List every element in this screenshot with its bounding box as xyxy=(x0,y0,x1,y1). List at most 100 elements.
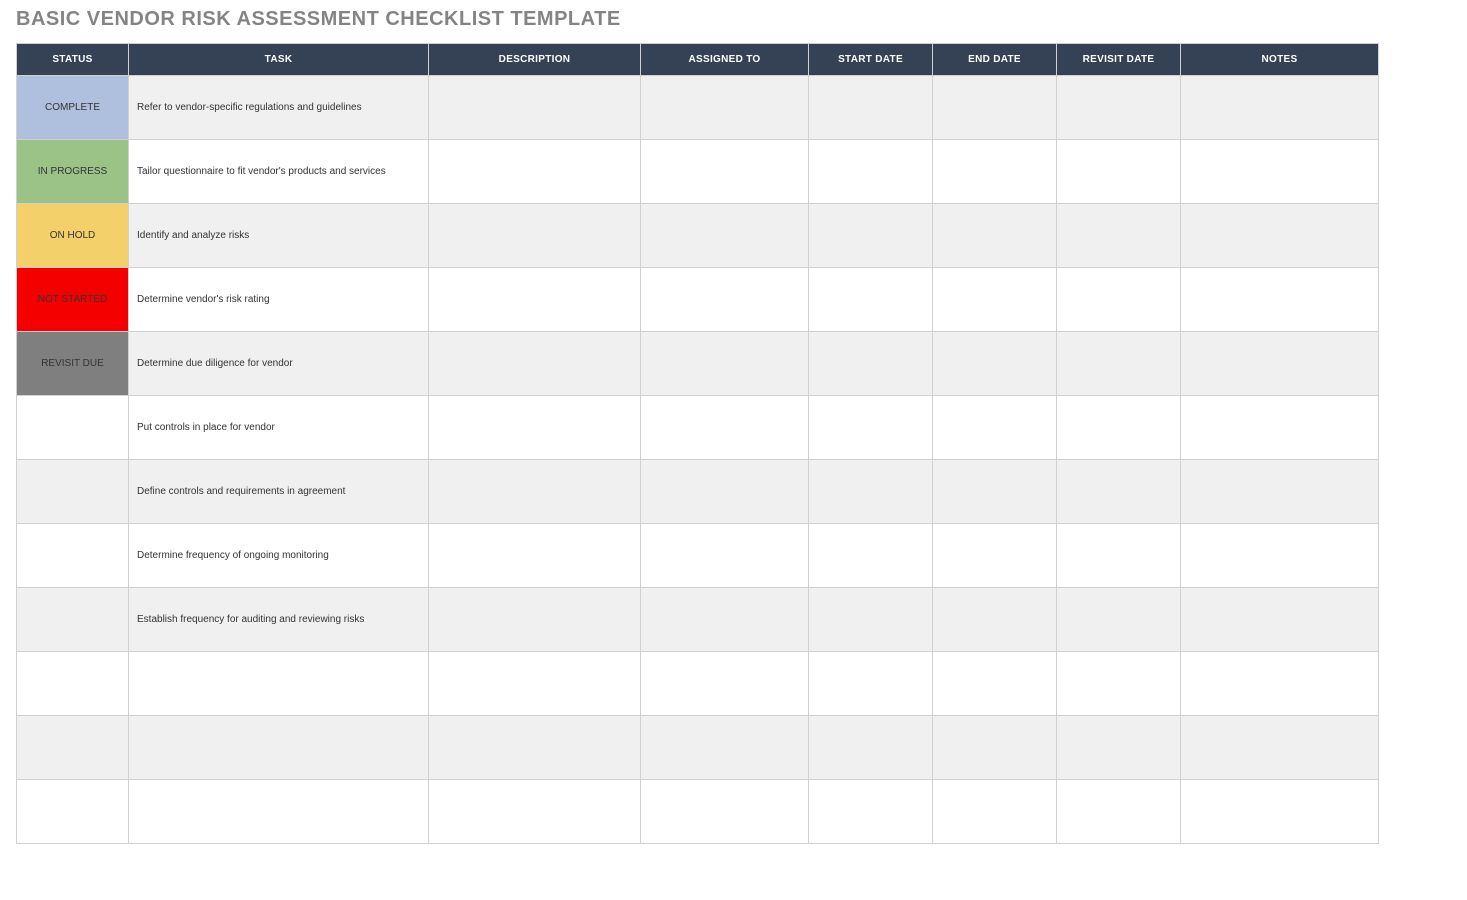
status-cell[interactable]: NOT STARTED xyxy=(17,268,129,332)
task-cell[interactable]: Put controls in place for vendor xyxy=(129,396,429,460)
start-date-cell[interactable] xyxy=(809,460,933,524)
assigned-to-cell[interactable] xyxy=(641,652,809,716)
notes-cell[interactable] xyxy=(1181,268,1379,332)
description-cell[interactable] xyxy=(429,140,641,204)
assigned-to-cell[interactable] xyxy=(641,140,809,204)
revisit-date-cell[interactable] xyxy=(1057,140,1181,204)
task-cell[interactable]: Refer to vendor-specific regulations and… xyxy=(129,76,429,140)
notes-cell[interactable] xyxy=(1181,780,1379,844)
notes-cell[interactable] xyxy=(1181,588,1379,652)
description-cell[interactable] xyxy=(429,268,641,332)
end-date-cell[interactable] xyxy=(933,652,1057,716)
end-date-cell[interactable] xyxy=(933,332,1057,396)
assigned-to-cell[interactable] xyxy=(641,588,809,652)
assigned-to-cell[interactable] xyxy=(641,76,809,140)
revisit-date-cell[interactable] xyxy=(1057,524,1181,588)
start-date-cell[interactable] xyxy=(809,140,933,204)
assigned-to-cell[interactable] xyxy=(641,204,809,268)
assigned-to-cell[interactable] xyxy=(641,716,809,780)
revisit-date-cell[interactable] xyxy=(1057,204,1181,268)
task-cell[interactable]: Tailor questionnaire to fit vendor's pro… xyxy=(129,140,429,204)
end-date-cell[interactable] xyxy=(933,268,1057,332)
status-cell[interactable] xyxy=(17,396,129,460)
start-date-cell[interactable] xyxy=(809,204,933,268)
revisit-date-cell[interactable] xyxy=(1057,588,1181,652)
notes-cell[interactable] xyxy=(1181,396,1379,460)
notes-cell[interactable] xyxy=(1181,76,1379,140)
task-cell[interactable]: Determine frequency of ongoing monitorin… xyxy=(129,524,429,588)
assigned-to-cell[interactable] xyxy=(641,332,809,396)
start-date-cell[interactable] xyxy=(809,396,933,460)
status-cell[interactable] xyxy=(17,652,129,716)
description-cell[interactable] xyxy=(429,204,641,268)
status-cell[interactable] xyxy=(17,780,129,844)
revisit-date-cell[interactable] xyxy=(1057,460,1181,524)
description-cell[interactable] xyxy=(429,332,641,396)
status-cell[interactable] xyxy=(17,460,129,524)
task-cell[interactable]: Determine due diligence for vendor xyxy=(129,332,429,396)
end-date-cell[interactable] xyxy=(933,524,1057,588)
end-date-cell[interactable] xyxy=(933,780,1057,844)
notes-cell[interactable] xyxy=(1181,204,1379,268)
task-cell[interactable]: Define controls and requirements in agre… xyxy=(129,460,429,524)
start-date-cell[interactable] xyxy=(809,524,933,588)
start-date-cell[interactable] xyxy=(809,780,933,844)
description-cell[interactable] xyxy=(429,396,641,460)
start-date-cell[interactable] xyxy=(809,716,933,780)
notes-cell[interactable] xyxy=(1181,460,1379,524)
revisit-date-cell[interactable] xyxy=(1057,268,1181,332)
description-cell[interactable] xyxy=(429,716,641,780)
assigned-to-cell[interactable] xyxy=(641,780,809,844)
status-cell[interactable] xyxy=(17,588,129,652)
start-date-cell[interactable] xyxy=(809,588,933,652)
status-cell[interactable]: REVISIT DUE xyxy=(17,332,129,396)
table-row xyxy=(17,780,1379,844)
revisit-date-cell[interactable] xyxy=(1057,332,1181,396)
start-date-cell[interactable] xyxy=(809,76,933,140)
assigned-to-cell[interactable] xyxy=(641,524,809,588)
end-date-cell[interactable] xyxy=(933,460,1057,524)
end-date-cell[interactable] xyxy=(933,396,1057,460)
task-cell[interactable]: Establish frequency for auditing and rev… xyxy=(129,588,429,652)
task-cell[interactable] xyxy=(129,780,429,844)
revisit-date-cell[interactable] xyxy=(1057,652,1181,716)
revisit-date-cell[interactable] xyxy=(1057,76,1181,140)
task-cell[interactable] xyxy=(129,716,429,780)
description-cell[interactable] xyxy=(429,780,641,844)
status-cell[interactable]: COMPLETE xyxy=(17,76,129,140)
notes-cell[interactable] xyxy=(1181,140,1379,204)
status-cell[interactable]: ON HOLD xyxy=(17,204,129,268)
start-date-cell[interactable] xyxy=(809,332,933,396)
description-cell[interactable] xyxy=(429,588,641,652)
assigned-to-cell[interactable] xyxy=(641,268,809,332)
end-date-cell[interactable] xyxy=(933,204,1057,268)
start-date-cell[interactable] xyxy=(809,652,933,716)
task-cell[interactable]: Determine vendor's risk rating xyxy=(129,268,429,332)
description-cell[interactable] xyxy=(429,76,641,140)
status-cell[interactable] xyxy=(17,716,129,780)
end-date-cell[interactable] xyxy=(933,140,1057,204)
end-date-cell[interactable] xyxy=(933,588,1057,652)
end-date-cell[interactable] xyxy=(933,716,1057,780)
description-cell[interactable] xyxy=(429,460,641,524)
start-date-cell[interactable] xyxy=(809,268,933,332)
assigned-to-cell[interactable] xyxy=(641,396,809,460)
table-row xyxy=(17,652,1379,716)
revisit-date-cell[interactable] xyxy=(1057,396,1181,460)
status-cell[interactable]: IN PROGRESS xyxy=(17,140,129,204)
page-title: BASIC VENDOR RISK ASSESSMENT CHECKLIST T… xyxy=(16,8,1467,31)
revisit-date-cell[interactable] xyxy=(1057,716,1181,780)
assigned-to-cell[interactable] xyxy=(641,460,809,524)
task-cell[interactable]: Identify and analyze risks xyxy=(129,204,429,268)
notes-cell[interactable] xyxy=(1181,524,1379,588)
description-cell[interactable] xyxy=(429,524,641,588)
end-date-cell[interactable] xyxy=(933,76,1057,140)
notes-cell[interactable] xyxy=(1181,332,1379,396)
status-cell[interactable] xyxy=(17,524,129,588)
col-header-notes: NOTES xyxy=(1181,44,1379,76)
notes-cell[interactable] xyxy=(1181,716,1379,780)
revisit-date-cell[interactable] xyxy=(1057,780,1181,844)
task-cell[interactable] xyxy=(129,652,429,716)
description-cell[interactable] xyxy=(429,652,641,716)
notes-cell[interactable] xyxy=(1181,652,1379,716)
